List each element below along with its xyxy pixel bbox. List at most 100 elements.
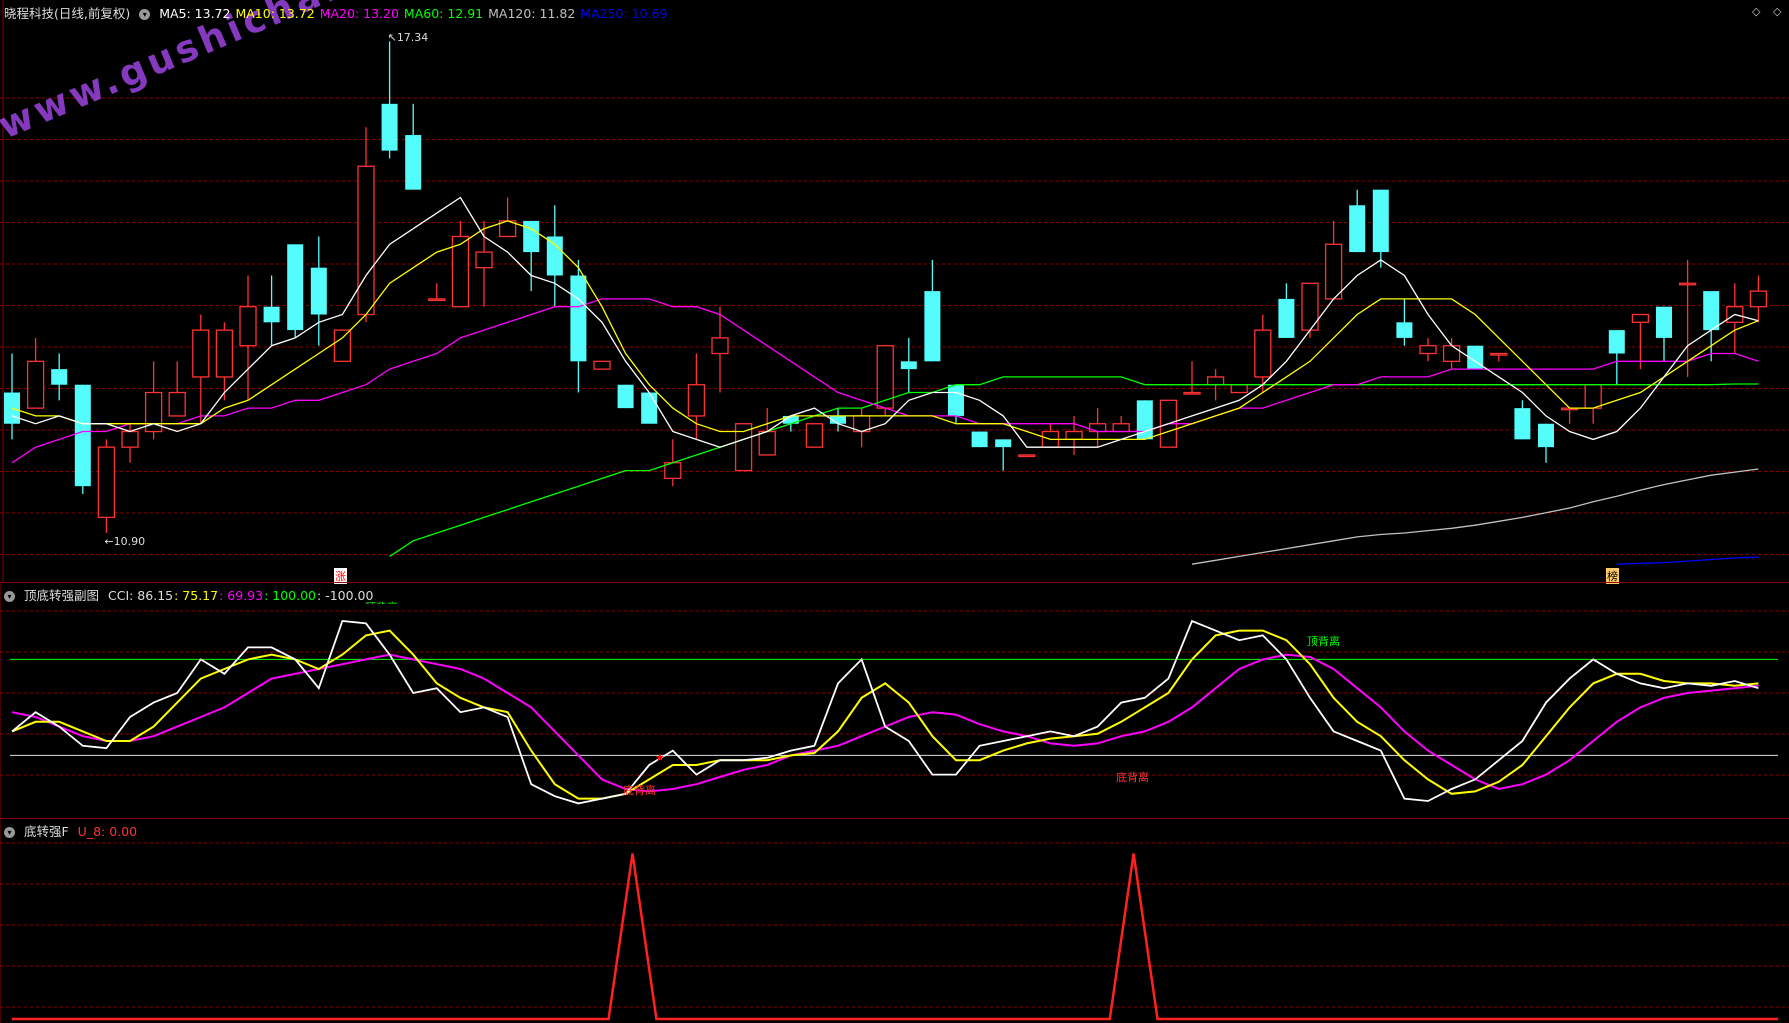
candle-body-up (239, 306, 257, 347)
indicator-panel[interactable]: ▾ 顶底转强副图 CCI: 86.15: 75.17: 69.93: 100.0… (0, 582, 1789, 819)
candle-body-down (1538, 423, 1554, 448)
candle-body-up (1230, 384, 1248, 394)
candle-body-down (570, 275, 587, 362)
candle-body-down (1656, 306, 1672, 338)
yellow-indicator-line (11, 629, 1759, 800)
candle-body-down (51, 369, 68, 385)
candle-body-up (1324, 243, 1343, 300)
candle-body-up (26, 360, 45, 409)
candle-body-down (287, 244, 304, 331)
high-price-label: ↖17.34 (387, 31, 429, 45)
magenta-indicator-line (11, 653, 1759, 793)
candle-body-up (1018, 454, 1036, 458)
magenta-value: : 69.93 (219, 588, 264, 603)
candle-body-down (546, 236, 563, 276)
candle-body-down (1372, 189, 1389, 253)
low-price-label: ←10.90 (104, 534, 146, 548)
candle-body-up (357, 165, 375, 316)
main-header: 晓程科技(日线,前复权) ▾ MA5: 13.72 MA10: 13.72 MA20… (4, 3, 677, 22)
bottom-divergence-label: 底背离 (1116, 771, 1149, 784)
candle-body-down (1514, 408, 1531, 440)
candle-body-up (1749, 290, 1768, 308)
ma60-line (389, 376, 1759, 557)
candle-body-up (1206, 376, 1225, 386)
signal-chart-svg[interactable] (0, 819, 1789, 1023)
candle-body-up (1419, 345, 1437, 355)
yellow-value: : 75.17 (174, 588, 219, 603)
ma-legend-item: MA5: 13.72 (159, 6, 231, 21)
candle-body-up (1584, 384, 1602, 409)
candle-body-up (1065, 430, 1083, 441)
candle-body-up (121, 430, 139, 448)
candle-body-up (1490, 352, 1508, 356)
ma-legend-item: MA250: 10.69 (580, 6, 668, 21)
candle-body-down (381, 103, 398, 151)
candle-body-up (1442, 345, 1461, 362)
upper-ref-value: : 100.00 (264, 588, 317, 603)
candle-body-down (1349, 205, 1366, 253)
candle-body-up (168, 391, 186, 417)
cci-label: CCI: 86.15 (107, 588, 174, 603)
indicator-title: 顶底转强副图 (23, 588, 99, 603)
top-divergence-label: 顶背离 (1307, 635, 1340, 648)
candle-body-down (995, 439, 1012, 448)
candle-body-up (1631, 313, 1650, 323)
u8-signal-line (12, 853, 1778, 1021)
ma-legend-item: MA20: 13.20 (319, 6, 399, 21)
candle-body-down (523, 220, 540, 253)
ma120-line (1191, 468, 1759, 565)
main-chart-panel[interactable]: www.gushichanghong.com 晓程科技(日线,前复权) ▾ MA… (0, 0, 1789, 584)
candle-body-up (475, 251, 493, 269)
candle-body-down (405, 135, 422, 190)
candle-body-up (734, 423, 753, 472)
star-signal: ★ (655, 751, 665, 764)
indicator-chart-svg[interactable] (0, 583, 1789, 819)
collapse-icon[interactable]: ▾ (4, 827, 15, 838)
ma-legend-item: MA60: 12.91 (403, 6, 484, 21)
candle-body-up (192, 329, 210, 378)
candle-body-down (924, 291, 941, 362)
signal-panel[interactable]: ▾ 底转强F U_8: 0.00 (0, 818, 1789, 1023)
ma250-line (1616, 556, 1759, 565)
signal-header: ▾ 底转强F U_8: 0.00 (4, 821, 142, 840)
candle-body-down (263, 306, 280, 323)
stock-title: 晓程科技(日线,前复权) (4, 6, 131, 21)
ma-legend-item: MA10: 13.72 (235, 6, 315, 21)
ma-legend-item: MA120: 11.82 (488, 6, 576, 21)
candle-body-up (593, 360, 611, 370)
candle-body-up (1254, 329, 1272, 378)
candle-body-up (1183, 391, 1201, 395)
candle-body-down (900, 361, 917, 370)
indicator-header: ▾ 顶底转强副图 CCI: 86.15: 75.17: 69.93: 100.0… (4, 585, 378, 604)
candle-body-down (1703, 291, 1720, 331)
collapse-icon[interactable]: ▾ (4, 591, 15, 602)
signal-title: 底转强F (23, 824, 69, 839)
candle-body-down (948, 384, 964, 416)
arrow-icon: ↖ (387, 31, 397, 45)
candle-body-down (1608, 330, 1625, 354)
candle-body-up (1112, 423, 1130, 433)
candle-body-up (451, 235, 470, 308)
ma-legend: MA5: 13.72 MA10: 13.72 MA20: 13.20 MA60: 12… (159, 6, 672, 21)
candle-body-up (97, 446, 116, 519)
main-chart-svg[interactable] (0, 0, 1789, 582)
candle-body-up (1678, 282, 1697, 286)
lower-ref-value: : -100.00 (317, 588, 374, 603)
candle-body-up (428, 298, 446, 302)
candle-body-down (971, 431, 988, 448)
candle-body-up (1088, 423, 1107, 433)
candle-body-up (333, 329, 352, 362)
candle-body-down (310, 267, 327, 315)
candle-body-down (617, 384, 634, 409)
diamond-icon[interactable]: ◇ (1752, 5, 1760, 18)
cci-line (11, 619, 1759, 805)
diamond-icon[interactable]: ◇ (1773, 5, 1781, 18)
candle-body-up (711, 337, 729, 355)
candle-body-up (215, 329, 234, 378)
candle-body-down (74, 384, 91, 487)
candle-body-up (758, 430, 776, 456)
candle-body-down (1396, 322, 1413, 338)
collapse-icon[interactable]: ▾ (139, 9, 151, 20)
candle-body-down (641, 392, 658, 424)
candle-body-up (687, 384, 706, 417)
